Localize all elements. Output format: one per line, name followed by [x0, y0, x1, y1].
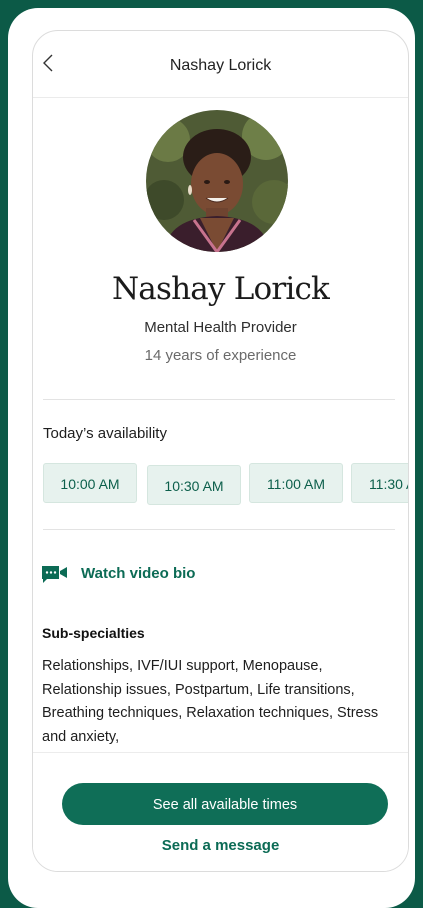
provider-experience: 14 years of experience [144, 347, 297, 364]
time-slot[interactable]: 11:00 AM [249, 463, 343, 503]
provider-name: Nashay Lorick [111, 271, 330, 307]
subspecialties-text: Relationships, IVF/IUI support, Menopaus… [42, 658, 379, 745]
provider-profile-screen: Nashay Lorick Nashay Lorick Mental Healt… [32, 30, 409, 872]
video-camera-icon [42, 566, 67, 583]
see-all-available-times-button[interactable]: See all available times [62, 783, 388, 825]
time-slot[interactable]: 10:30 AM [147, 465, 241, 505]
time-slot-list: 10:00 AM 10:30 AM 11:00 AM 11:30 AM [43, 463, 408, 505]
header: Nashay Lorick [33, 31, 408, 98]
provider-role: Mental Health Provider [144, 319, 297, 336]
subspecialties-heading: Sub-specialties [42, 625, 145, 641]
availability-heading: Today’s availability [43, 425, 167, 442]
watch-video-bio-label: Watch video bio [81, 565, 196, 582]
bottom-action-bar: See all available times Send a message [33, 752, 408, 871]
time-slot[interactable]: 10:00 AM [43, 463, 137, 503]
time-slot[interactable]: 11:30 AM [351, 463, 408, 503]
header-title: Nashay Lorick [169, 57, 272, 74]
divider [43, 529, 395, 530]
avatar [146, 110, 288, 252]
send-message-link[interactable]: Send a message [33, 837, 408, 854]
divider [43, 399, 395, 400]
